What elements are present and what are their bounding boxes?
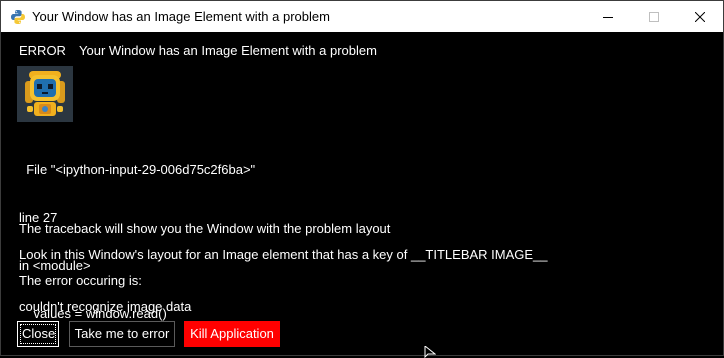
traceback-line: File "<ipython-input-29-006d75c2f6ba>" xyxy=(19,162,256,177)
take-me-to-error-button[interactable]: Take me to error xyxy=(69,321,175,347)
title-bar[interactable]: Your Window has an Image Element with a … xyxy=(1,1,723,32)
close-button[interactable]: Close xyxy=(17,321,59,347)
error-label: ERROR xyxy=(19,43,66,58)
error-window: Your Window has an Image Element with a … xyxy=(0,0,724,358)
robot-mascot-icon xyxy=(17,66,73,122)
error-message: Your Window has an Image Element with a … xyxy=(79,43,377,58)
minimize-button[interactable] xyxy=(585,1,631,32)
maximize-button[interactable] xyxy=(631,1,677,32)
window-close-button[interactable] xyxy=(677,1,723,32)
minimize-icon xyxy=(603,16,613,18)
python-logo-icon xyxy=(11,10,25,24)
close-icon xyxy=(695,11,705,22)
window-title: Your Window has an Image Element with a … xyxy=(32,9,330,24)
kill-application-button[interactable]: Kill Application xyxy=(184,321,280,347)
error-intro: The error occuring is: xyxy=(19,273,142,288)
traceback-hint: The traceback will show you the Window w… xyxy=(19,221,391,236)
mouse-pointer-icon xyxy=(424,346,436,358)
maximize-icon xyxy=(649,11,659,22)
error-content: ERROR Your Window has an Image Element w… xyxy=(1,32,723,355)
layout-hint: Look in this Window's layout for an Imag… xyxy=(19,247,548,262)
error-detail: couldn't recognize image data xyxy=(19,299,192,314)
